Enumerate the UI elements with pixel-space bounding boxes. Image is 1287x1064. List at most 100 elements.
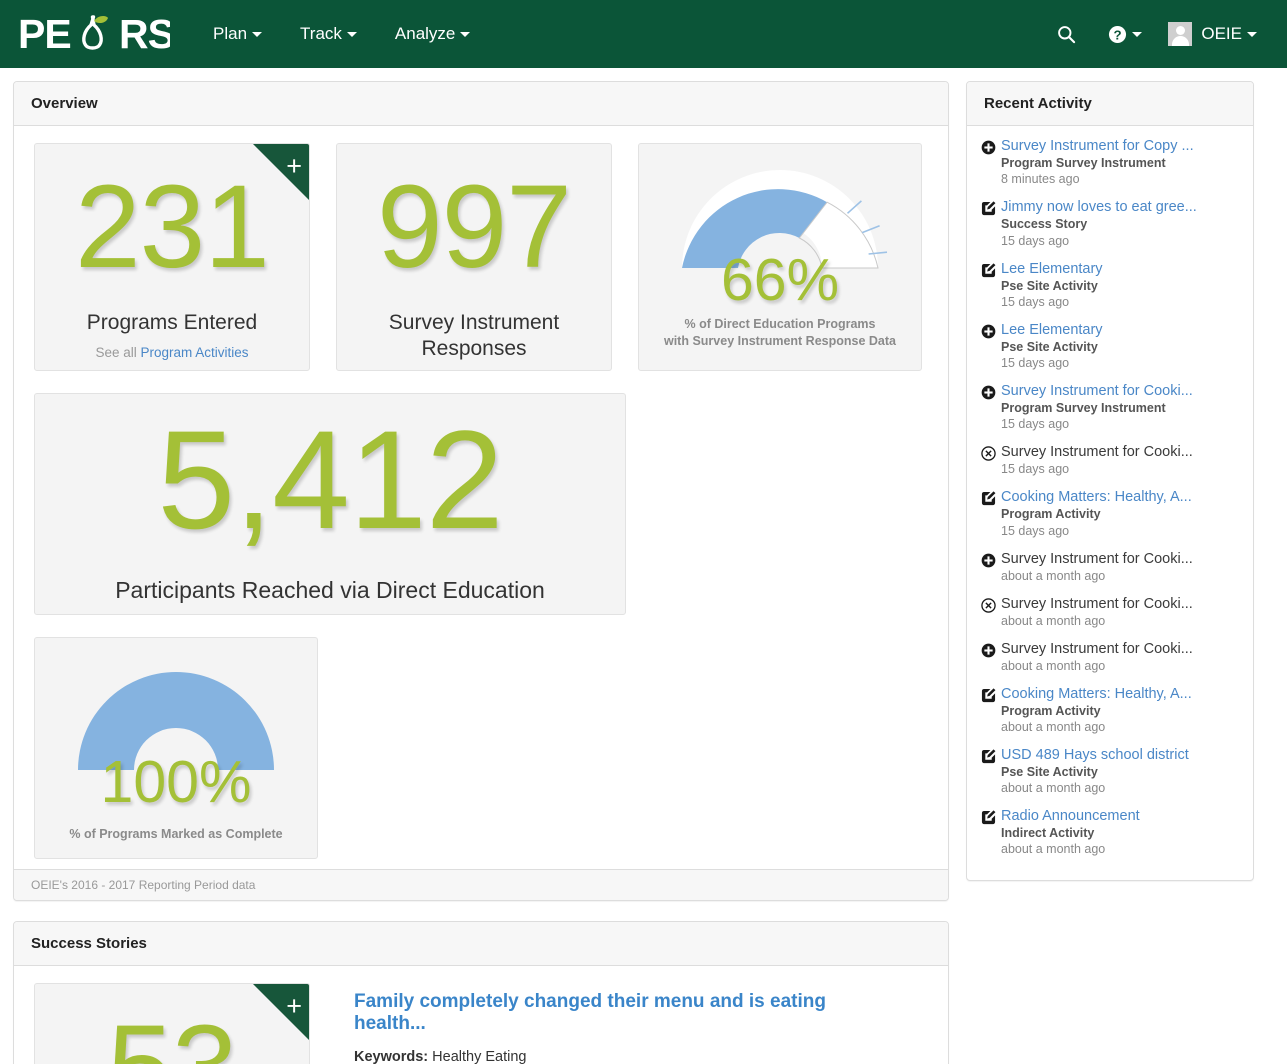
stat-value-participants-reached: 5,412	[157, 401, 503, 558]
avatar-icon	[1168, 22, 1193, 46]
recent-activity-item-text: Jimmy now loves to eat gree... Success St…	[1001, 198, 1239, 249]
recent-activity-item-text: Cooking Matters: Healthy, A... Program Ac…	[1001, 488, 1239, 539]
success-stories-panel: Success Stories + 53 Success Stories See…	[13, 921, 949, 1064]
recent-activity-item: Cooking Matters: Healthy, A... Program Ac…	[981, 488, 1239, 539]
gauge-caption-100: % of Programs Marked as Complete	[69, 827, 283, 841]
recent-activity-item-text: Lee Elementary Pse Site Activity 15 days a…	[1001, 260, 1239, 311]
stat-label-programs-entered: Programs Entered	[86, 311, 258, 334]
recent-activity-item-text: Radio Announcement Indirect Activity about…	[1001, 807, 1239, 858]
help-circle-icon: ?	[1109, 25, 1127, 43]
nav-item-analyze-label: Analyze	[394, 24, 456, 43]
recent-activity-item-type: Program Survey Instrument	[1001, 401, 1166, 416]
pear-logo-icon: PE RS	[18, 12, 170, 56]
recent-activity-item-type: Pse Site Activity	[1001, 339, 1098, 354]
recent-activity-item-time: about a month ago	[1001, 719, 1106, 734]
recent-activity-item-text: Survey Instrument for Copy ... Program Su…	[1001, 137, 1239, 188]
recent-activity-item-link[interactable]: Jimmy now loves to eat gree...	[1001, 198, 1239, 216]
svg-text:PE: PE	[18, 12, 71, 56]
page-content: Overview + 231 Programs Entered See all …	[0, 68, 1287, 1064]
delete-circle-icon	[981, 595, 1001, 630]
stat-card-survey-responses: 997 Survey Instrument Responses	[336, 143, 612, 371]
search-icon	[1058, 25, 1076, 43]
recent-activity-panel: Recent Activity Survey Instrument for Co…	[966, 81, 1254, 882]
recent-activity-item-link[interactable]: Cooking Matters: Healthy, A...	[1001, 685, 1239, 703]
add-circle-icon	[981, 382, 1001, 433]
plus-icon[interactable]: +	[286, 993, 302, 1020]
story-keywords: Keywords: Healthy Eating	[354, 1049, 882, 1064]
nav-item-analyze[interactable]: Analyze	[376, 0, 489, 68]
nav-item-plan[interactable]: Plan	[194, 0, 281, 68]
main-nav: Plan Track Analyze	[194, 0, 489, 68]
chevron-down-icon	[346, 32, 357, 38]
brand-logo[interactable]: PE RS	[18, 0, 170, 68]
recent-activity-item: Survey Instrument for Cooki... about a mo…	[981, 640, 1239, 675]
recent-activity-item-time: about a month ago	[1001, 658, 1106, 673]
plus-icon[interactable]: +	[286, 153, 302, 180]
recent-activity-item-text: Survey Instrument for Cooki... Program Su…	[1001, 382, 1239, 433]
recent-activity-item: Survey Instrument for Copy ... Program Su…	[981, 137, 1239, 188]
edit-square-icon	[981, 198, 1001, 249]
svg-text:?: ?	[1114, 27, 1122, 42]
recent-activity-item-time: about a month ago	[1001, 781, 1106, 796]
help-menu-button[interactable]: ?	[1092, 0, 1158, 68]
story-count-column: + 53 Success Stories See all Success Sto…	[34, 983, 310, 1064]
recent-activity-item-time: about a month ago	[1001, 568, 1106, 583]
nav-item-track[interactable]: Track	[281, 0, 376, 68]
gauge-caption-66: % of Direct Education Programs with Surv…	[653, 316, 907, 350]
stat-sub-programs-entered: See all Program Activities	[49, 345, 295, 360]
recent-activity-item-link[interactable]: Lee Elementary	[1001, 321, 1239, 339]
story-title-link[interactable]: Family completely changed their menu and…	[354, 991, 882, 1035]
recent-activity-item-link[interactable]: USD 489 Hays school district	[1001, 746, 1239, 764]
recent-activity-item: Survey Instrument for Cooki... 15 days ag…	[981, 443, 1239, 478]
chevron-down-icon	[252, 32, 263, 38]
recent-activity-item-time: 15 days ago	[1001, 417, 1070, 432]
recent-activity-item-text: Survey Instrument for Cooki... 15 days ag…	[1001, 443, 1239, 478]
see-all-prefix: See all	[95, 344, 141, 360]
search-button[interactable]	[1041, 0, 1092, 68]
add-circle-icon	[981, 137, 1001, 188]
user-name-label: OEIE	[1201, 24, 1242, 43]
chevron-down-icon	[1247, 31, 1257, 37]
recent-activity-item-text: Survey Instrument for Cooki... about a mo…	[1001, 550, 1239, 585]
overview-title: Overview	[14, 82, 948, 126]
recent-activity-item-link[interactable]: Radio Announcement	[1001, 807, 1239, 825]
svg-text:RS: RS	[119, 12, 170, 56]
story-carousel: + 53 Success Stories See all Success Sto…	[34, 983, 928, 1064]
gauge-caption-66-line2: with Survey Instrument Response Data	[663, 333, 896, 348]
program-activities-link[interactable]: Program Activities	[140, 345, 248, 360]
recent-activity-item: Jimmy now loves to eat gree... Success St…	[981, 198, 1239, 249]
success-stories-title: Success Stories	[14, 922, 948, 966]
recent-activity-item-title: Survey Instrument for Cooki...	[1001, 444, 1193, 461]
recent-activity-item-time: 15 days ago	[1001, 294, 1070, 309]
gauge-chart-66: 66%	[653, 150, 907, 310]
recent-activity-item: USD 489 Hays school district Pse Site Act…	[981, 746, 1239, 797]
recent-activity-item-type: Pse Site Activity	[1001, 764, 1098, 779]
story-content: ❮ ❯ Family completely changed their menu…	[310, 983, 928, 1064]
user-menu-button[interactable]: OEIE	[1158, 0, 1271, 68]
recent-activity-item-link[interactable]: Lee Elementary	[1001, 260, 1239, 278]
add-circle-icon	[981, 550, 1001, 585]
recent-activity-item-time: 15 days ago	[1001, 462, 1070, 477]
recent-activity-item-text: USD 489 Hays school district Pse Site Act…	[1001, 746, 1239, 797]
overview-footer: OEIE's 2016 - 2017 Reporting Period data	[14, 869, 948, 900]
main-column: Overview + 231 Programs Entered See all …	[13, 81, 949, 1064]
recent-activity-item-link[interactable]: Survey Instrument for Cooki...	[1001, 382, 1239, 400]
recent-activity-item-type: Indirect Activity	[1001, 826, 1095, 841]
recent-activity-item-text: Survey Instrument for Cooki... about a mo…	[1001, 595, 1239, 630]
stat-label-survey-responses: Survey Instrument Responses	[388, 311, 560, 360]
recent-activity-item-text: Survey Instrument for Cooki... about a mo…	[1001, 640, 1239, 675]
edit-square-icon	[981, 807, 1001, 858]
overview-panel: Overview + 231 Programs Entered See all …	[13, 81, 949, 901]
stat-value-survey-responses: 997	[377, 161, 572, 293]
chevron-down-icon	[1132, 31, 1143, 37]
recent-activity-item-link[interactable]: Survey Instrument for Copy ...	[1001, 137, 1239, 155]
add-circle-icon	[981, 640, 1001, 675]
nav-item-plan-label: Plan	[213, 24, 248, 43]
unit-snapshot-link[interactable]: Unit Snapshot	[349, 613, 434, 614]
recent-activity-item-link[interactable]: Cooking Matters: Healthy, A...	[1001, 488, 1239, 506]
recent-activity-item: Lee Elementary Pse Site Activity 15 days a…	[981, 260, 1239, 311]
gauge-card-programs-complete: 100% % of Programs Marked as Complete	[34, 637, 318, 859]
overview-stat-grid: + 231 Programs Entered See all Program A…	[34, 143, 928, 859]
recent-activity-item-time: about a month ago	[1001, 613, 1106, 628]
recent-activity-item-type: Program Survey Instrument	[1001, 156, 1166, 171]
